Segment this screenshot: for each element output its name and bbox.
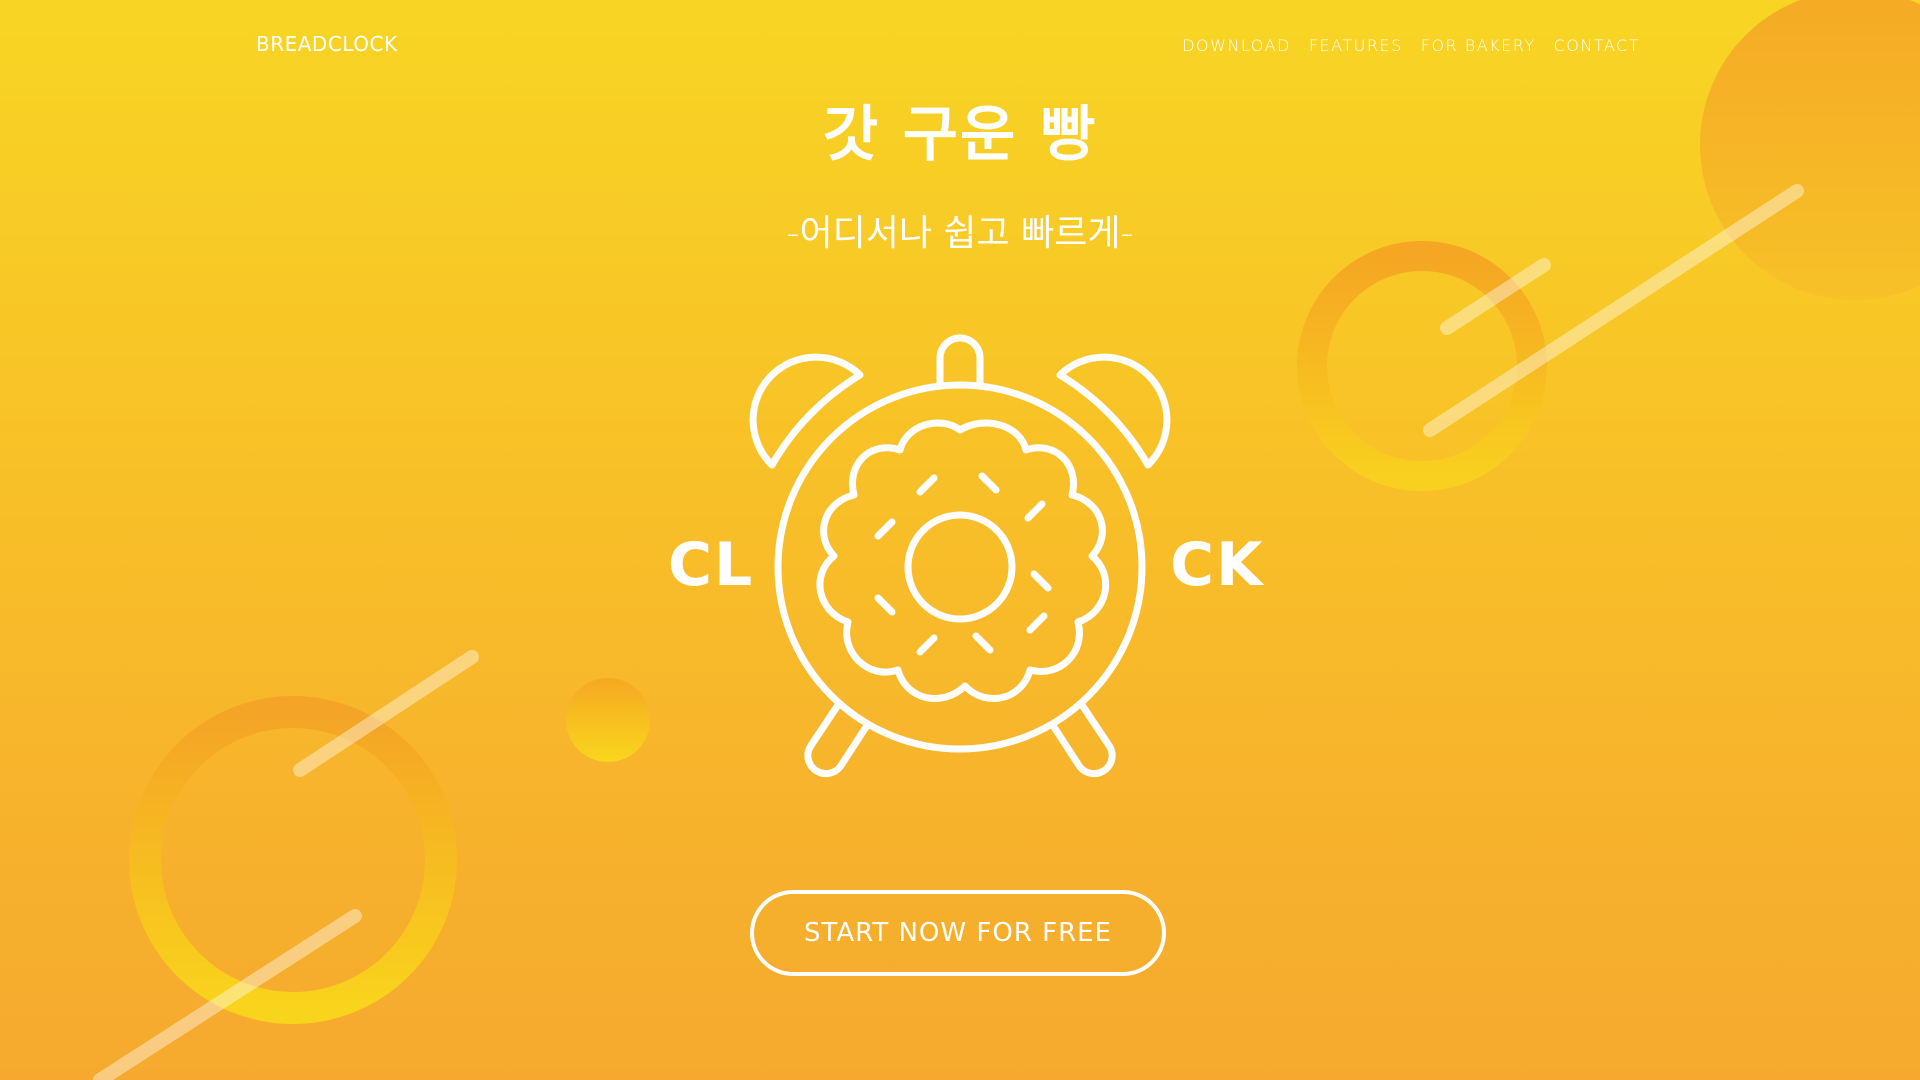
decor-ring-left [129,696,457,1024]
brand-logo-link[interactable]: BREADCLOCK [256,32,398,56]
hero-subtitle: -어디서나 쉽고 빠르게- [786,213,1134,254]
decor-ring-right [1297,241,1547,491]
hero-title: 갓 구운 빵 [822,100,1098,170]
decor-streak-4 [93,909,362,1080]
decor-dot [566,678,650,762]
main-nav: DOWNLOAD FEATURES FOR BAKERY CONTACT [1182,36,1640,55]
donut-alarm-clock-icon [749,334,1171,778]
nav-features[interactable]: FEATURES [1309,36,1403,55]
nav-contact[interactable]: CONTACT [1554,36,1640,55]
decor-streak-3 [293,650,479,777]
decor-streak-2 [1440,258,1551,335]
nav-for-bakery[interactable]: FOR BAKERY [1421,36,1536,55]
start-now-button[interactable]: START NOW FOR FREE [750,890,1166,976]
clock-logo: CL CK [650,330,1270,790]
nav-download[interactable]: DOWNLOAD [1182,36,1291,55]
logo-text-right: CK [1170,530,1265,600]
